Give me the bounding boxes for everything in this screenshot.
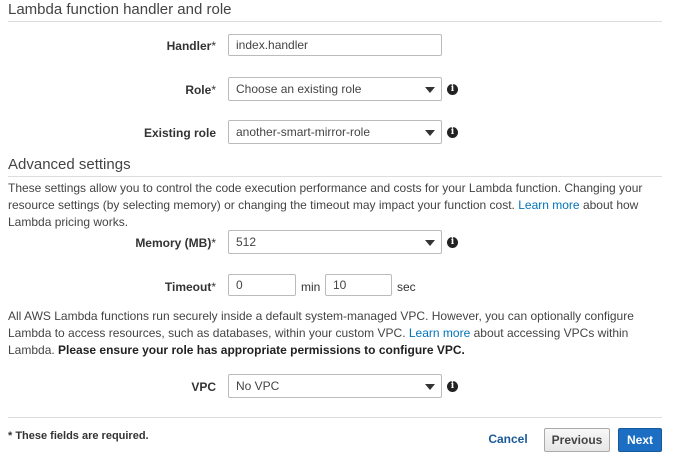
info-circle-icon[interactable]: i — [447, 381, 458, 392]
vpc-permissions-warning: Please ensure your role has appropriate … — [58, 343, 465, 357]
existing-role-select[interactable]: another-smart-mirror-role — [228, 120, 442, 144]
vpc-learn-more-link[interactable]: Learn more — [409, 326, 470, 340]
handler-label: Handler* — [166, 39, 216, 53]
info-circle-icon[interactable]: i — [447, 127, 458, 138]
vpc-label: VPC — [191, 380, 216, 394]
role-label: Role* — [185, 83, 216, 97]
role-select-value: Choose an existing role — [236, 82, 362, 96]
section-title-handler-role: Lambda function handler and role — [8, 1, 232, 18]
previous-button[interactable]: Previous — [544, 428, 610, 452]
pricing-learn-more-link[interactable]: Learn more — [518, 198, 579, 212]
info-circle-icon[interactable]: i — [447, 84, 458, 95]
memory-label: Memory (MB)* — [135, 236, 216, 250]
existing-role-label: Existing role — [143, 126, 216, 140]
timeout-label: Timeout* — [164, 280, 216, 294]
vpc-select[interactable]: No VPC — [228, 374, 442, 398]
vpc-select-value: No VPC — [236, 379, 280, 393]
handler-input[interactable] — [228, 34, 442, 56]
vpc-description: All AWS Lambda functions run securely in… — [8, 308, 668, 359]
existing-role-select-value: another-smart-mirror-role — [236, 125, 371, 139]
memory-select-value: 512 — [236, 235, 257, 249]
cancel-button[interactable]: Cancel — [482, 428, 534, 452]
memory-select[interactable]: 512 — [228, 230, 442, 254]
timeout-sec-unit: sec — [397, 280, 416, 294]
chevron-down-icon — [425, 240, 435, 246]
chevron-down-icon — [425, 384, 435, 390]
divider — [8, 417, 662, 418]
timeout-sec-input[interactable] — [325, 274, 392, 296]
divider — [8, 21, 662, 22]
info-circle-icon[interactable]: i — [447, 237, 458, 248]
section-title-advanced: Advanced settings — [8, 156, 131, 173]
next-button[interactable]: Next — [618, 428, 662, 452]
chevron-down-icon — [425, 87, 435, 93]
timeout-min-unit: min — [301, 280, 321, 294]
timeout-min-input[interactable] — [228, 274, 296, 296]
divider — [8, 176, 662, 177]
role-select[interactable]: Choose an existing role — [228, 77, 442, 101]
advanced-description: These settings allow you to control the … — [8, 180, 668, 231]
required-fields-note: * These fields are required. — [8, 430, 149, 442]
chevron-down-icon — [425, 130, 435, 136]
